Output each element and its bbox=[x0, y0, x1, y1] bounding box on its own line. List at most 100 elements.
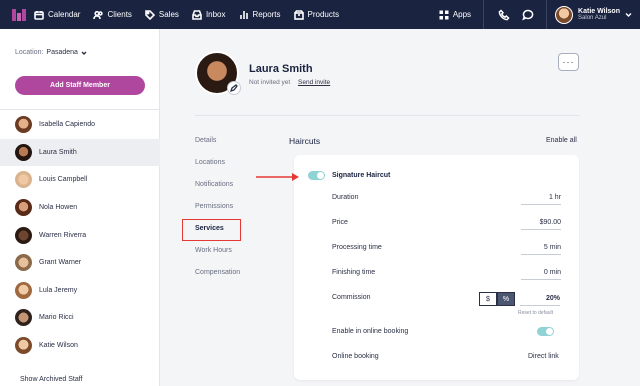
staff-name: Katie Wilson bbox=[39, 342, 78, 350]
chevron-down-icon bbox=[81, 51, 87, 55]
divider bbox=[195, 115, 580, 116]
online-booking-value[interactable]: Direct link bbox=[528, 353, 559, 360]
more-options-button[interactable]: ··· bbox=[558, 53, 579, 71]
enable-all-link[interactable]: Enable all bbox=[546, 137, 577, 144]
nav-apps[interactable]: Apps bbox=[439, 0, 485, 29]
calendar-icon bbox=[34, 10, 44, 20]
chevron-down-icon bbox=[625, 11, 632, 18]
staff-list: Isabella Capiendo Laura Smith Louis Camp… bbox=[0, 111, 160, 359]
nav-label: Products bbox=[307, 10, 340, 19]
user-name: Katie Wilson bbox=[578, 8, 620, 15]
dollar-option[interactable]: $ bbox=[479, 292, 497, 306]
nav-calendar[interactable]: Calendar bbox=[34, 10, 80, 20]
inbox-icon bbox=[192, 9, 202, 20]
price-field[interactable]: $90.00 bbox=[521, 219, 561, 230]
service-name: Signature Haircut bbox=[332, 172, 391, 179]
staff-item[interactable]: Lula Jeremy bbox=[0, 277, 160, 305]
avatar bbox=[15, 199, 32, 217]
staff-name: Grant Warner bbox=[39, 259, 82, 267]
finishing-time-field[interactable]: 0 min bbox=[521, 269, 561, 280]
duration-field[interactable]: 1 hr bbox=[521, 194, 561, 205]
avatar bbox=[15, 309, 32, 327]
location-selector[interactable]: Location: Pasadena bbox=[15, 49, 87, 56]
online-booking-toggle[interactable] bbox=[537, 327, 554, 336]
commission-field[interactable]: 20% bbox=[520, 295, 560, 306]
clients-icon bbox=[93, 10, 104, 19]
finishing-time-label: Finishing time bbox=[332, 269, 376, 276]
user-menu[interactable]: Katie Wilson Salon Azul bbox=[546, 0, 640, 29]
avatar bbox=[15, 116, 32, 134]
pencil-icon bbox=[230, 84, 238, 92]
avatar bbox=[15, 171, 32, 189]
edit-photo-button[interactable] bbox=[227, 81, 241, 95]
section-title: Haircuts bbox=[289, 136, 321, 146]
show-archived-link[interactable]: Show Archived Staff bbox=[20, 376, 83, 383]
online-booking-enable-label: Enable in online booking bbox=[332, 328, 409, 335]
logo-icon[interactable] bbox=[12, 8, 26, 21]
nav-label: Sales bbox=[158, 10, 179, 19]
send-invite-link[interactable]: Send invite bbox=[298, 79, 330, 86]
phone-icon[interactable] bbox=[498, 8, 510, 21]
tab-details[interactable]: Details bbox=[195, 137, 216, 144]
percent-option[interactable]: % bbox=[497, 292, 515, 306]
arrow-icon bbox=[256, 173, 299, 181]
box-icon bbox=[293, 9, 304, 20]
nav-products[interactable]: Products bbox=[293, 9, 340, 20]
bar-chart-icon bbox=[239, 10, 248, 19]
processing-time-field[interactable]: 5 min bbox=[521, 244, 561, 255]
nav-label: Clients bbox=[107, 10, 132, 19]
reset-default-link[interactable]: Reset to default bbox=[518, 310, 553, 316]
staff-item[interactable]: Isabella Capiendo bbox=[0, 111, 160, 139]
nav-right: Apps Katie Wilson Salon Azul bbox=[439, 0, 640, 29]
tab-notifications[interactable]: Notifications bbox=[195, 181, 233, 188]
avatar bbox=[15, 281, 32, 299]
apps-label: Apps bbox=[452, 10, 472, 19]
staff-item[interactable]: Katie Wilson bbox=[0, 332, 160, 360]
commission-label: Commission bbox=[332, 294, 371, 301]
tab-compensation[interactable]: Compensation bbox=[195, 269, 240, 276]
nav-clients[interactable]: Clients bbox=[93, 10, 132, 20]
avatar bbox=[15, 337, 32, 355]
staff-item[interactable]: Nola Howen bbox=[0, 194, 160, 222]
commission-type-toggle: $ % bbox=[479, 292, 515, 306]
staff-name: Nola Howen bbox=[39, 204, 78, 212]
add-staff-button[interactable]: Add Staff Member bbox=[15, 76, 145, 95]
highlight-box bbox=[182, 219, 241, 241]
nav-label: Calendar bbox=[48, 10, 81, 19]
online-booking-label: Online booking bbox=[332, 353, 379, 360]
profile-name: Laura Smith bbox=[249, 63, 313, 75]
service-card: Signature Haircut Duration 1 hr Price $9… bbox=[294, 155, 579, 380]
staff-sidebar: Location: Pasadena Add Staff Member Isab… bbox=[0, 29, 160, 386]
location-value: Pasadena bbox=[46, 49, 78, 56]
staff-item[interactable]: Mario Ricci bbox=[0, 304, 160, 332]
staff-item[interactable]: Grant Warner bbox=[0, 249, 160, 277]
avatar bbox=[15, 226, 32, 244]
tab-work-hours[interactable]: Work Hours bbox=[195, 247, 232, 254]
chat-icon[interactable] bbox=[522, 9, 534, 21]
staff-name: Louis Campbell bbox=[39, 176, 88, 184]
tab-permissions[interactable]: Permissions bbox=[195, 203, 233, 210]
location-label: Location: bbox=[15, 49, 44, 56]
tag-icon bbox=[145, 9, 155, 20]
avatar bbox=[555, 5, 574, 24]
nav-sales[interactable]: Sales bbox=[145, 9, 179, 20]
staff-item[interactable]: Laura Smith bbox=[0, 138, 160, 167]
tab-locations[interactable]: Locations bbox=[195, 159, 225, 166]
grid-icon bbox=[439, 10, 449, 19]
staff-name: Mario Ricci bbox=[39, 314, 74, 322]
processing-time-label: Processing time bbox=[332, 244, 382, 251]
user-location: Salon Azul bbox=[578, 15, 607, 21]
invite-row: Not invited yet Send invite bbox=[249, 79, 330, 86]
staff-name: Isabella Capiendo bbox=[39, 121, 96, 129]
staff-name: Lula Jeremy bbox=[39, 286, 78, 294]
divider bbox=[0, 109, 160, 110]
staff-name: Laura Smith bbox=[39, 148, 77, 156]
staff-item[interactable]: Louis Campbell bbox=[0, 166, 160, 194]
avatar bbox=[15, 143, 32, 161]
service-toggle[interactable] bbox=[308, 171, 325, 180]
staff-detail: Laura Smith Not invited yet Send invite … bbox=[161, 29, 640, 386]
nav-inbox[interactable]: Inbox bbox=[192, 9, 226, 20]
staff-item[interactable]: Warren Riverra bbox=[0, 221, 160, 249]
price-label: Price bbox=[332, 219, 348, 226]
nav-reports[interactable]: Reports bbox=[239, 10, 281, 20]
